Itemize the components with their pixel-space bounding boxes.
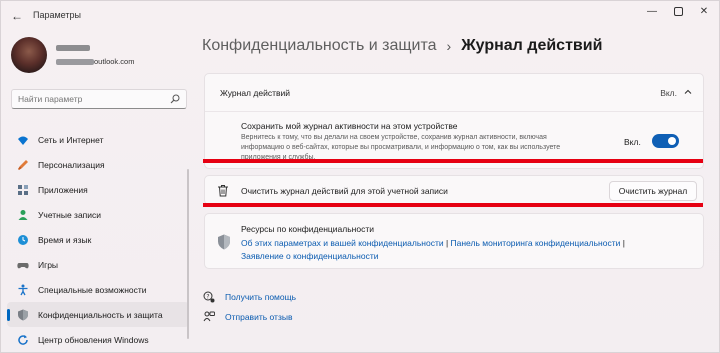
sidebar-item-label: Центр обновления Windows: [38, 334, 149, 345]
sidebar-item-privacy[interactable]: Конфиденциальность и защита: [7, 302, 189, 327]
store-history-title: Сохранить мой журнал активности на этом …: [241, 121, 458, 131]
profile-email-redacted: [56, 59, 94, 65]
clear-history-card: Очистить журнал действий для этой учетно…: [204, 175, 704, 205]
get-help-row[interactable]: ? Получить помощь: [203, 291, 296, 303]
sidebar-item-label: Конфиденциальность и защита: [38, 309, 163, 320]
close-icon[interactable]: ✕: [693, 5, 715, 19]
sidebar-item-label: Приложения: [38, 184, 88, 195]
feedback-icon: [203, 311, 215, 322]
sidebar-item-personalization[interactable]: Персонализация: [7, 152, 189, 177]
search-icon: [170, 94, 180, 104]
minimize-icon[interactable]: —: [641, 5, 663, 19]
clear-history-button[interactable]: Очистить журнал: [609, 181, 697, 201]
sidebar-item-accounts[interactable]: Учетные записи: [7, 202, 189, 227]
privacy-dashboard-link[interactable]: Панель мониторинга конфиденциальности: [451, 238, 621, 248]
person-icon: [17, 209, 29, 221]
highlight-line: [203, 159, 703, 163]
gamepad-icon: [17, 259, 29, 271]
activity-history-card: Журнал действий Вкл. Сохранить мой журна…: [204, 73, 704, 169]
sidebar-item-network[interactable]: Сеть и Интернет: [7, 127, 189, 152]
link-separator: |: [443, 238, 451, 248]
activity-history-header[interactable]: Журнал действий Вкл.: [205, 74, 703, 112]
sidebar-nav: Сеть и Интернет Персонализация Приложени…: [7, 127, 189, 352]
back-arrow-icon[interactable]: ←: [9, 8, 25, 24]
update-icon: [17, 334, 29, 346]
get-help-link[interactable]: Получить помощь: [225, 292, 296, 302]
sidebar-item-label: Игры: [38, 259, 59, 270]
maximize-icon[interactable]: [667, 5, 689, 19]
accessibility-icon: [17, 284, 29, 296]
title-bar: ← Параметры — ✕: [1, 1, 719, 31]
send-feedback-link[interactable]: Отправить отзыв: [225, 312, 292, 322]
search-input[interactable]: [18, 90, 168, 108]
store-history-toggle[interactable]: [652, 134, 679, 148]
privacy-resources-card: Ресурсы по конфиденциальности Об этих па…: [204, 213, 704, 269]
toggle-knob: [668, 137, 676, 145]
brush-icon: [17, 159, 29, 171]
sidebar-item-time-language[interactable]: Время и язык: [7, 227, 189, 252]
apps-icon: [17, 184, 29, 196]
chevron-up-icon[interactable]: [683, 87, 693, 97]
sidebar-item-label: Учетные записи: [38, 209, 102, 220]
shield-icon: [218, 234, 230, 250]
breadcrumb-separator: ›: [446, 38, 452, 54]
wifi-icon: [17, 134, 29, 146]
activity-history-title: Журнал действий: [220, 88, 290, 98]
sidebar-item-accessibility[interactable]: Специальные возможности: [7, 277, 189, 302]
sidebar-scrollbar[interactable]: [187, 169, 189, 339]
settings-window: ← Параметры — ✕ outlook.com Сеть и Интер…: [0, 0, 720, 353]
breadcrumb-parent[interactable]: Конфиденциальность и защита: [202, 37, 437, 55]
help-icon: ?: [203, 291, 215, 303]
feedback-row[interactable]: Отправить отзыв: [203, 311, 292, 323]
toggle-state-label: Вкл.: [624, 137, 641, 147]
link-separator: |: [620, 238, 625, 248]
privacy-resources-title: Ресурсы по конфиденциальности: [241, 224, 374, 234]
about-settings-link[interactable]: Об этих параметрах и вашей конфиденциаль…: [241, 238, 444, 248]
sidebar-item-windows-update[interactable]: Центр обновления Windows: [7, 327, 189, 352]
app-title: Параметры: [33, 10, 81, 20]
sidebar-item-apps[interactable]: Приложения: [7, 177, 189, 202]
privacy-statement-link[interactable]: Заявление о конфиденциальности: [241, 251, 379, 261]
activity-history-state: Вкл.: [660, 88, 677, 98]
sidebar-item-label: Сеть и Интернет: [38, 134, 104, 145]
sidebar-item-label: Персонализация: [38, 159, 105, 170]
breadcrumb: Конфиденциальность и защита › Журнал дей…: [202, 37, 602, 55]
page-title: Журнал действий: [461, 37, 603, 54]
globe-clock-icon: [17, 234, 29, 246]
privacy-resources-links: Об этих параметрах и вашей конфиденциаль…: [241, 237, 661, 263]
highlight-line: [203, 203, 703, 207]
sidebar-item-label: Время и язык: [38, 234, 92, 245]
clear-history-label: Очистить журнал действий для этой учетно…: [241, 186, 448, 196]
search-box[interactable]: [11, 89, 187, 109]
sidebar-item-label: Специальные возможности: [38, 284, 147, 295]
shield-icon: [17, 309, 29, 321]
sidebar-item-gaming[interactable]: Игры: [7, 252, 189, 277]
avatar[interactable]: [11, 37, 47, 73]
svg-text:?: ?: [206, 293, 209, 300]
profile-name-redacted: [56, 45, 90, 51]
profile-email: outlook.com: [94, 57, 135, 66]
trash-icon: [218, 185, 228, 197]
